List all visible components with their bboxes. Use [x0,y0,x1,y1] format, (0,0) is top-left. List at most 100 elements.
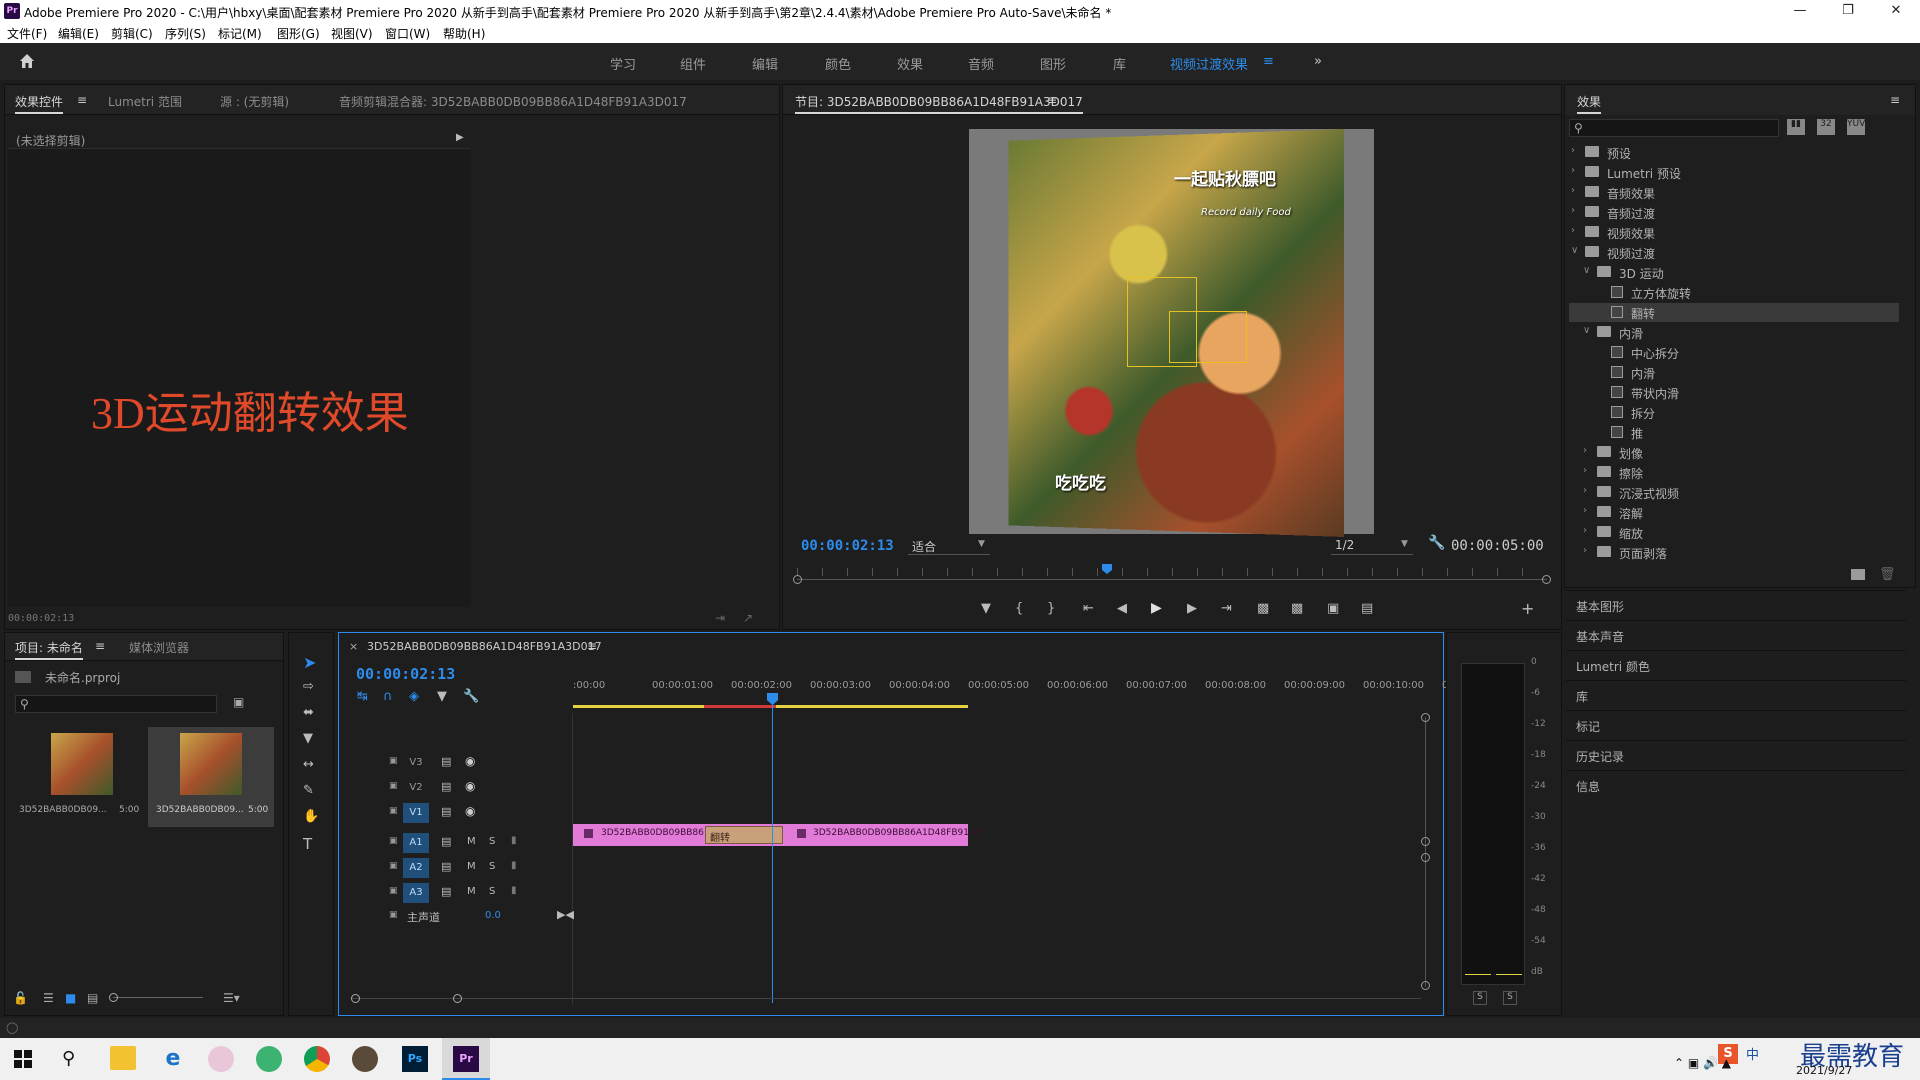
program-menu-icon[interactable]: ≡ [1047,93,1057,107]
workspace-editing[interactable]: 编辑 [752,54,778,73]
effects-tree-item[interactable]: › 音频效果 [1569,183,1899,202]
workspace-video-transitions[interactable]: 视频过渡效果 [1170,54,1248,73]
project-clip-item[interactable]: 3D52BABB0DB09... 5:00 [19,727,145,825]
track-lock-icon[interactable]: ▣ [389,910,398,920]
add-marker-icon[interactable]: ▼ [981,601,991,616]
video-frame[interactable]: 一起贴秋膘吧 Record daily Food 吃吃吃 [969,129,1374,537]
workspace-assembly[interactable]: 组件 [680,54,706,73]
track-header[interactable]: ▣ V2 ▤ ◉ [339,776,573,800]
effects-tree-item[interactable]: › 页面剥落 [1569,543,1899,562]
ripple-edit-tool-icon[interactable]: ⬌ [303,705,314,720]
selection-tool-icon[interactable]: ➤ [303,653,316,672]
mute-button[interactable]: M [467,861,476,872]
sequence-menu-icon[interactable]: ≡ [587,639,597,653]
tab-audio-clip-mixer[interactable]: 音频剪辑混合器: 3D52BABB0DB09BB86A1D48FB91A3D01… [339,93,687,110]
track-header[interactable]: ▣ V1 ▤ ◉ [339,801,573,825]
wrench-icon[interactable]: 🔧 [1428,535,1445,551]
track-lock-icon[interactable]: ▣ [389,836,398,846]
minimize-icon[interactable]: — [1780,2,1820,20]
effects-tree-item[interactable]: 立方体旋转 [1569,283,1899,302]
zoom-handle-right[interactable] [1542,575,1551,584]
freeform-view-icon[interactable]: ▤ [87,991,98,1005]
sync-lock-icon[interactable]: ▤ [441,805,451,818]
solo-left-button[interactable]: S [1473,991,1487,1005]
project-menu-icon[interactable]: ≡ [95,639,105,653]
edge-icon[interactable]: e [160,1046,186,1072]
chevron-right-icon[interactable]: › [1583,485,1587,496]
type-tool-icon[interactable]: T [303,835,312,853]
tab-project[interactable]: 项目: 未命名 [15,639,83,660]
chevron-right-icon[interactable]: › [1571,205,1575,216]
track-target-label[interactable]: A1 [403,833,429,853]
chevron-right-icon[interactable]: › [1571,165,1575,176]
lift-icon[interactable]: ▩ [1257,601,1269,616]
effects-tree-item[interactable]: › 缩放 [1569,523,1899,542]
eye-icon[interactable]: ◉ [465,754,475,768]
menu-file[interactable]: 文件(F) [7,25,47,42]
effects-tree-item[interactable]: › 预设 [1569,143,1899,162]
chevron-right-icon[interactable]: › [1583,525,1587,536]
selection-box-secondary[interactable] [1169,311,1247,363]
pen-tool-icon[interactable]: ✎ [303,783,314,798]
tab-menu-icon[interactable]: ≡ [77,93,87,107]
track-header[interactable]: ▣ A1 ▤ M S ▮ [339,831,573,855]
tab-source[interactable]: 源 : (无剪辑) [220,93,289,110]
effects-tree-item[interactable]: › 音频过渡 [1569,203,1899,222]
trash-icon[interactable]: 🗑 [1879,567,1896,582]
mute-button[interactable]: M [467,836,476,847]
go-to-in-icon[interactable]: ⇤ [1083,601,1094,616]
sync-lock-icon[interactable]: ▤ [441,860,451,873]
master-volume-value[interactable]: 0.0 [485,910,501,921]
go-to-out-icon[interactable]: ⇥ [1221,601,1232,616]
sync-lock-icon[interactable]: ▤ [441,755,451,768]
track-target-label[interactable]: A3 [403,883,429,903]
effects-tree-item[interactable]: › 溶解 [1569,503,1899,522]
side-panel-lumetri-color[interactable]: Lumetri 颜色 [1566,650,1906,680]
effects-tree-item[interactable]: 中心拆分 [1569,343,1899,362]
chevron-right-icon[interactable]: › [1583,445,1587,456]
sync-lock-icon[interactable]: ▤ [441,885,451,898]
expand-arrow-icon[interactable]: ▶ [456,132,464,143]
sort-icon[interactable]: ☰▾ [223,991,240,1005]
play-icon[interactable]: ▶ [1151,600,1162,616]
track-target-label[interactable]: V2 [403,778,429,798]
effects-tree-item[interactable]: 翻转 [1569,303,1899,322]
chrome-icon[interactable] [304,1046,330,1072]
program-timecode[interactable]: 00:00:02:13 [801,538,894,554]
track-lock-icon[interactable]: ▣ [389,861,398,871]
fit-dropdown[interactable]: 适合 ▼ [908,536,990,555]
vscroll-handle-mid[interactable] [1421,837,1430,846]
track-header[interactable]: ▣ V3 ▤ ◉ [339,751,573,775]
side-panel-info[interactable]: 信息 [1566,770,1906,800]
effects-tree-item[interactable]: › Lumetri 预设 [1569,163,1899,182]
tray-icons[interactable]: ⌃ ▣ 🔊 ▲ [1674,1056,1731,1070]
menu-graphics[interactable]: 图形(G) [277,25,320,42]
ime-mode[interactable]: 中 [1746,1044,1759,1063]
microphone-icon[interactable]: ▮ [511,885,517,896]
premiere-taskbar-item[interactable]: Pr [442,1038,490,1080]
step-back-icon[interactable]: ◀ [1117,601,1127,616]
export-icon[interactable]: ⇥ [715,611,725,625]
master-track-header[interactable]: ▣ 主声道 0.0 ▶◀ [339,905,574,929]
menu-window[interactable]: 窗口(W) [385,25,430,42]
app-icon[interactable] [208,1046,234,1072]
track-lock-icon[interactable]: ▣ [389,806,398,816]
effects-tree-item[interactable]: ∨ 内滑 [1569,323,1899,342]
side-panel-essential-graphics[interactable]: 基本图形 [1566,590,1906,620]
mark-out-icon[interactable]: } [1047,601,1055,616]
new-search-bin-icon[interactable]: ▣ [233,695,244,709]
track-target-label[interactable]: A2 [403,858,429,878]
side-panel-essential-sound[interactable]: 基本声音 [1566,620,1906,650]
comparison-view-icon[interactable]: ▤ [1361,601,1373,616]
effects-search-input[interactable]: ⚲ [1569,119,1779,137]
microphone-icon[interactable]: ▮ [511,860,517,871]
menu-view[interactable]: 视图(V) [331,25,373,42]
solo-button[interactable]: S [489,861,495,872]
lock-icon[interactable]: 🔓 [13,991,28,1005]
list-view-icon[interactable]: ☰ [43,991,54,1005]
file-explorer-icon[interactable] [110,1046,136,1070]
timeline-vertical-scroll[interactable] [1425,717,1426,987]
effects-tree-item[interactable]: › 沉浸式视频 [1569,483,1899,502]
track-header[interactable]: ▣ A3 ▤ M S ▮ [339,881,573,905]
side-panel-markers[interactable]: 标记 [1566,710,1906,740]
